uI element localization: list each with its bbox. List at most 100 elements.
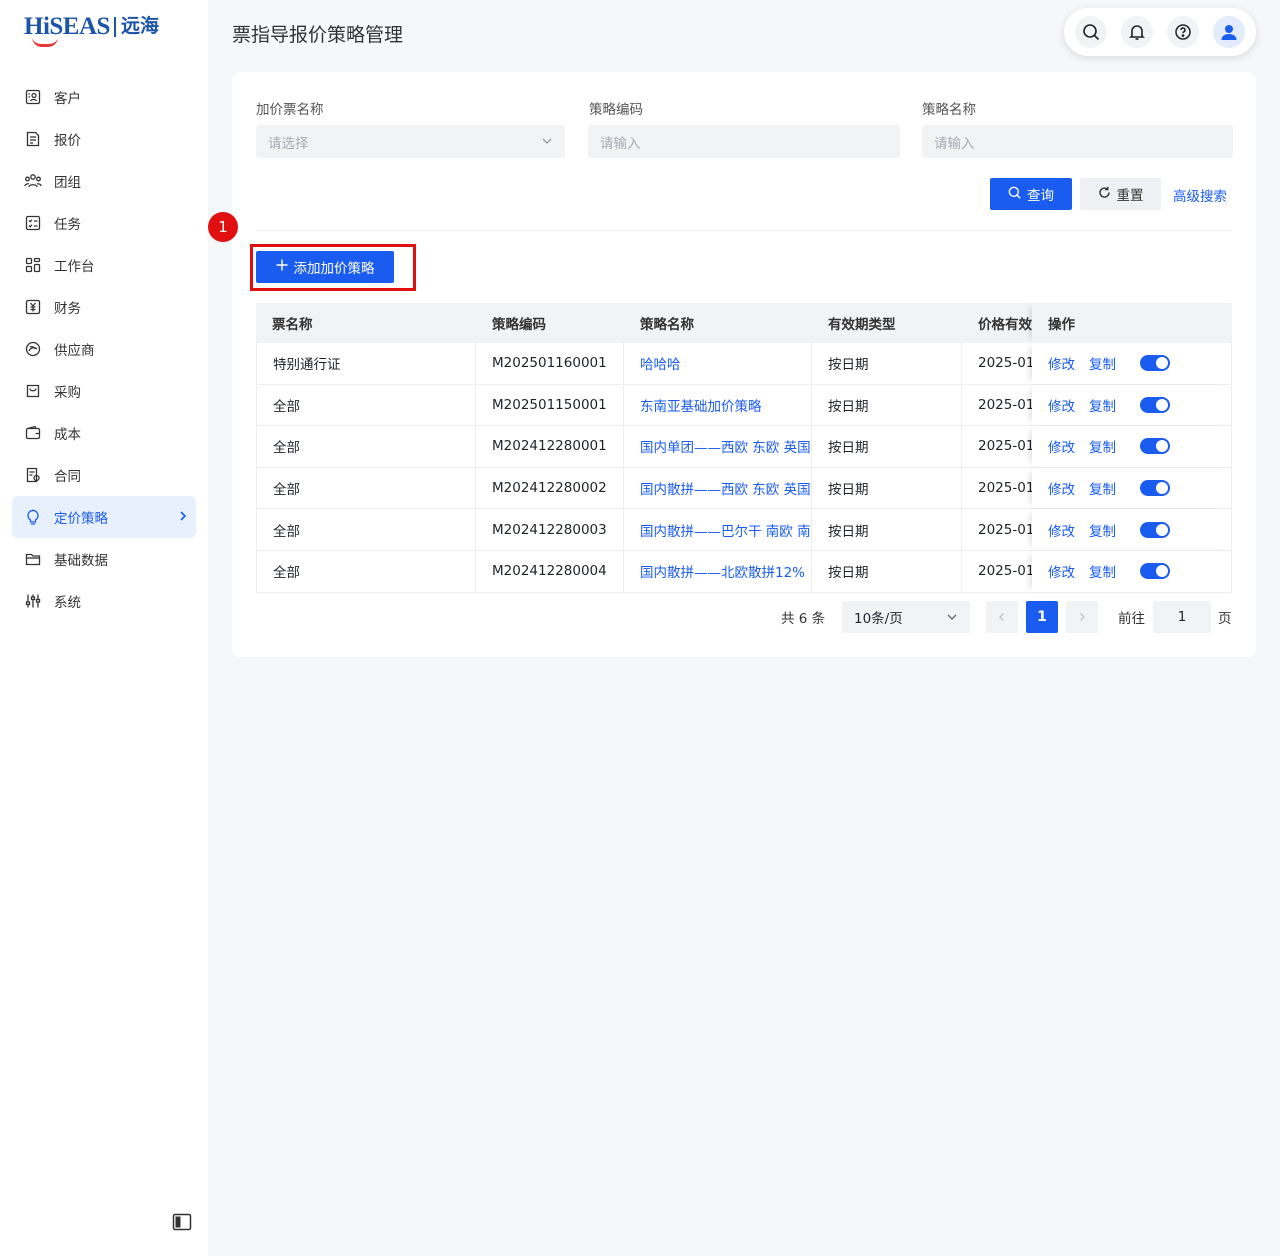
search-icon[interactable]	[1075, 16, 1107, 48]
sidebar-collapse-icon[interactable]	[172, 1212, 192, 1232]
avatar[interactable]	[1213, 16, 1245, 48]
column-header: 策略编码	[492, 317, 546, 333]
goto-label: 前往	[1118, 611, 1145, 627]
table-header: 票名称 策略编码 策略名称 有效期类型 价格有效 操作	[256, 303, 1232, 343]
validity-type-cell: 按日期	[812, 384, 962, 426]
sidebar-item-contract[interactable]: 合同	[12, 454, 196, 496]
validity-type-cell: 按日期	[812, 509, 962, 550]
price-valid-cell: 2025-01	[978, 396, 1032, 413]
strategy-code-cell: M202501160001	[476, 343, 624, 384]
strategy-name-link[interactable]: 国内单团——西欧 东欧 英国	[624, 426, 812, 467]
edit-link[interactable]: 修改	[1048, 478, 1075, 498]
copy-link[interactable]: 复制	[1089, 561, 1116, 581]
sidebar-item-cost[interactable]: 成本	[12, 412, 196, 454]
sidebar-item-group[interactable]: 团组	[12, 160, 196, 202]
sidebar: HiSEAS 远海 客户 报价 团组 任务 工作台 财务 供应商 采购 成本 合…	[0, 0, 208, 1256]
sidebar-item-label: 基础数据	[54, 553, 108, 569]
sidebar-item-supplier[interactable]: 供应商	[12, 328, 196, 370]
sidebar-item-customer[interactable]: 客户	[12, 76, 196, 118]
logo-cn-text: 远海	[120, 16, 159, 37]
main-card: 加价票名称 请选择 策略编码 请输入 策略名称 请输入 查询 重置 高级搜索 添…	[232, 72, 1256, 657]
edit-link[interactable]: 修改	[1048, 436, 1075, 456]
table-row: 全部 M202501150001 东南亚基础加价策略 按日期 2025-01 修…	[256, 384, 1232, 427]
copy-link[interactable]: 复制	[1089, 353, 1116, 373]
sidebar-nav: 客户 报价 团组 任务 工作台 财务 供应商 采购 成本 合同 定价策略 基础数…	[12, 76, 196, 622]
operations-cell: 修改 复制	[1032, 467, 1232, 509]
copy-link[interactable]: 复制	[1089, 478, 1116, 498]
bell-icon[interactable]	[1121, 16, 1153, 48]
table-row: 全部 M202412280004 国内散拼——北欧散拼12% 按日期 2025-…	[256, 550, 1232, 593]
reset-button-label: 重置	[1116, 188, 1144, 204]
table-row: 全部 M202412280003 国内散拼——巴尔干 南欧 南 按日期 2025…	[256, 509, 1232, 551]
enable-toggle[interactable]	[1140, 355, 1170, 372]
enable-toggle[interactable]	[1140, 563, 1170, 580]
sidebar-item-label: 合同	[54, 469, 81, 485]
strategy-name-link[interactable]: 国内散拼——西欧 东欧 英国	[624, 467, 812, 509]
enable-toggle[interactable]	[1140, 521, 1170, 538]
edit-link[interactable]: 修改	[1048, 520, 1075, 540]
column-header: 价格有效	[978, 317, 1032, 333]
strategy-name-link[interactable]: 国内散拼——巴尔干 南欧 南	[624, 509, 812, 550]
enable-toggle[interactable]	[1140, 480, 1170, 497]
sidebar-item-workbench[interactable]: 工作台	[12, 244, 196, 286]
column-header: 操作	[1032, 303, 1232, 343]
validity-type-cell: 按日期	[812, 550, 962, 592]
purchase-icon	[24, 382, 42, 400]
page-number-current[interactable]: 1	[1026, 601, 1058, 633]
edit-link[interactable]: 修改	[1048, 353, 1075, 373]
ticket-name-select[interactable]: 请选择	[256, 125, 565, 158]
sidebar-item-pricing-strategy[interactable]: 定价策略	[12, 496, 196, 538]
sidebar-item-system[interactable]: 系统	[12, 580, 196, 622]
edit-link[interactable]: 修改	[1048, 395, 1075, 415]
query-button-label: 查询	[1027, 188, 1054, 204]
strategy-name-link[interactable]: 国内散拼——北欧散拼12%	[624, 550, 812, 592]
supplier-icon	[24, 340, 42, 358]
contract-icon	[24, 466, 42, 484]
copy-link[interactable]: 复制	[1089, 436, 1116, 456]
help-icon[interactable]	[1167, 16, 1199, 48]
strategy-name-input[interactable]: 请输入	[922, 125, 1233, 158]
strategy-name-link[interactable]: 东南亚基础加价策略	[624, 384, 812, 426]
sidebar-item-label: 报价	[54, 133, 81, 149]
sidebar-item-task[interactable]: 任务	[12, 202, 196, 244]
page-title: 票指导报价策略管理	[232, 24, 404, 46]
sidebar-item-quote[interactable]: 报价	[12, 118, 196, 160]
sidebar-item-finance[interactable]: 财务	[12, 286, 196, 328]
enable-toggle[interactable]	[1140, 438, 1170, 455]
prev-page-button[interactable]	[986, 601, 1018, 633]
copy-link[interactable]: 复制	[1089, 395, 1116, 415]
logo-smile-mark	[32, 37, 58, 47]
operations-cell: 修改 复制	[1032, 426, 1232, 467]
enable-toggle[interactable]	[1140, 396, 1170, 413]
top-toolbar	[1064, 8, 1256, 56]
query-button[interactable]: 查询	[990, 178, 1072, 210]
strategy-code-cell: M202412280001	[476, 426, 624, 467]
goto-page-input[interactable]: 1	[1153, 601, 1211, 633]
chevron-down-icon	[541, 135, 553, 151]
operations-cell: 修改 复制	[1032, 509, 1232, 550]
strategy-name-placeholder: 请输入	[934, 135, 975, 152]
copy-link[interactable]: 复制	[1089, 520, 1116, 540]
ticket-name-cell: 全部	[256, 509, 476, 550]
edit-link[interactable]: 修改	[1048, 561, 1075, 581]
advanced-search-link[interactable]: 高级搜索	[1173, 185, 1227, 205]
sidebar-item-purchase[interactable]: 采购	[12, 370, 196, 412]
divider	[256, 230, 1232, 231]
page-suffix-label: 页	[1218, 611, 1232, 627]
column-header: 票名称	[272, 317, 313, 333]
ticket-name-placeholder: 请选择	[268, 135, 309, 152]
reset-button[interactable]: 重置	[1080, 178, 1161, 210]
strategy-table: 票名称 策略编码 策略名称 有效期类型 价格有效 操作 特别通行证 M20250…	[256, 303, 1232, 593]
highlight-box	[250, 244, 416, 291]
sidebar-item-base-data[interactable]: 基础数据	[12, 538, 196, 580]
strategy-code-input[interactable]: 请输入	[588, 125, 900, 158]
strategy-name-link[interactable]: 哈哈哈	[624, 343, 812, 384]
search-icon	[1008, 186, 1021, 203]
next-page-button[interactable]	[1066, 601, 1098, 633]
strategy-code-cell: M202412280002	[476, 467, 624, 509]
page-size-select[interactable]: 10条/页	[842, 601, 970, 633]
operations-cell: 修改 复制	[1032, 384, 1232, 426]
sidebar-item-label: 定价策略	[54, 511, 108, 527]
chevron-right-icon	[178, 509, 188, 525]
task-icon	[24, 214, 42, 232]
